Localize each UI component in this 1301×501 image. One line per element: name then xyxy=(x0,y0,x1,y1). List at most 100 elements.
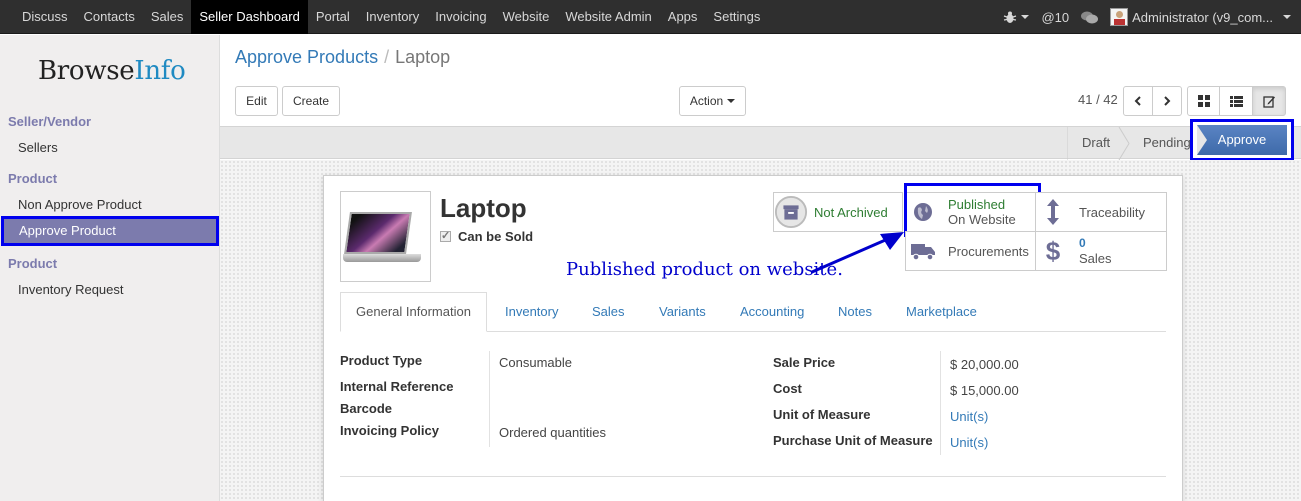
menu-inventory[interactable]: Inventory xyxy=(358,0,427,34)
debug-menu[interactable] xyxy=(1003,10,1030,24)
list-icon xyxy=(1229,95,1243,107)
invoicing-policy-value[interactable]: Ordered quantities xyxy=(499,425,606,440)
status-bar xyxy=(220,126,1301,160)
sidebar-section-seller: Seller/Vendor xyxy=(8,114,92,129)
sidebar-item-non-approve-product[interactable]: Non Approve Product xyxy=(18,197,142,212)
traceability-button[interactable]: Traceability xyxy=(1035,192,1167,232)
invoicing-policy-label: Invoicing Policy xyxy=(340,423,439,438)
edit-icon xyxy=(1262,95,1275,108)
chat-icon[interactable] xyxy=(1081,11,1099,24)
procurements-label: Procurements xyxy=(948,243,1029,259)
can-be-sold-checkbox[interactable] xyxy=(440,229,451,242)
menu-portal[interactable]: Portal xyxy=(308,0,358,34)
menu-website[interactable]: Website xyxy=(495,0,558,34)
pager-previous-button[interactable] xyxy=(1123,86,1153,116)
user-name: Administrator (v9_com... xyxy=(1132,9,1273,25)
product-type-value[interactable]: Consumable xyxy=(499,355,572,370)
breadcrumb-approve-products[interactable]: Approve Products xyxy=(235,47,378,67)
action-dropdown[interactable]: Action xyxy=(679,86,746,116)
tab-notes[interactable]: Notes xyxy=(838,304,872,319)
pager-next-button[interactable] xyxy=(1152,86,1182,116)
list-view-button[interactable] xyxy=(1219,86,1253,116)
stage-approve-highlight: Approve xyxy=(1190,119,1294,161)
tab-sales[interactable]: Sales xyxy=(592,304,625,319)
tab-variants[interactable]: Variants xyxy=(659,304,706,319)
sale-price-value[interactable]: $ 20,000.00 xyxy=(950,357,1019,372)
menu-discuss[interactable]: Discuss xyxy=(14,0,76,34)
action-label: Action xyxy=(689,94,724,108)
sales-label: Sales xyxy=(1079,251,1112,266)
tab-accounting[interactable]: Accounting xyxy=(740,304,804,319)
truck-icon xyxy=(906,242,940,260)
barcode-label: Barcode xyxy=(340,401,393,416)
archive-toggle-button[interactable]: Not Archived xyxy=(773,192,903,232)
unit-of-measure-value[interactable]: Unit(s) xyxy=(950,409,988,424)
bug-icon xyxy=(1004,11,1017,23)
breadcrumb-separator: / xyxy=(384,47,390,67)
user-menu[interactable]: Administrator (v9_com... xyxy=(1110,8,1291,26)
product-type-label: Product Type xyxy=(340,353,423,368)
stage-approve[interactable]: Approve xyxy=(1197,125,1287,155)
kanban-view-button[interactable] xyxy=(1187,86,1220,116)
stage-arrow xyxy=(1197,125,1207,155)
annotation-text: Published product on website. xyxy=(566,259,843,280)
sidebar-section-product: Product xyxy=(8,171,58,186)
sidebar-item-inventory-request[interactable]: Inventory Request xyxy=(18,282,124,297)
unit-of-measure-label: Unit of Measure xyxy=(773,407,871,422)
product-image[interactable] xyxy=(340,191,431,282)
chevron-down-icon xyxy=(1283,15,1291,19)
chevron-right-icon xyxy=(1164,96,1171,106)
menu-website-admin[interactable]: Website Admin xyxy=(557,0,659,34)
laptop-screen xyxy=(344,212,412,254)
menu-sales[interactable]: Sales xyxy=(143,0,192,34)
menu-settings[interactable]: Settings xyxy=(705,0,768,34)
messages-counter[interactable]: @10 xyxy=(1041,10,1069,25)
edit-button[interactable]: Edit xyxy=(235,86,278,116)
dollar-icon: $ xyxy=(1045,235,1061,266)
sidebar: BrowseInfo Seller/Vendor Sellers Product… xyxy=(0,35,220,501)
product-name: Laptop xyxy=(440,193,527,223)
menu-invoicing[interactable]: Invoicing xyxy=(427,0,494,34)
field-divider-right xyxy=(940,351,941,455)
laptop-base xyxy=(343,254,421,262)
sale-price-label: Sale Price xyxy=(773,355,836,370)
cost-label: Cost xyxy=(773,381,802,396)
create-button[interactable]: Create xyxy=(282,86,340,116)
sidebar-item-sellers[interactable]: Sellers xyxy=(18,140,58,155)
tab-general-information[interactable]: General Information xyxy=(340,292,487,332)
cost-value[interactable]: $ 15,000.00 xyxy=(950,383,1019,398)
breadcrumb: Approve Products / Laptop xyxy=(235,47,450,68)
top-right-menu: @10 Administrator (v9_com... xyxy=(991,0,1291,34)
purchase-unit-of-measure-label: Purchase Unit of Measure xyxy=(773,433,933,448)
stage-pending[interactable]: Pending xyxy=(1143,126,1191,159)
procurements-button[interactable]: Procurements xyxy=(905,231,1036,271)
form-view-button[interactable] xyxy=(1252,86,1286,116)
arrows-vertical-icon xyxy=(1036,199,1070,225)
internal-reference-label: Internal Reference xyxy=(340,379,454,394)
menu-seller-dashboard[interactable]: Seller Dashboard xyxy=(191,0,308,34)
kanban-icon xyxy=(1197,95,1210,107)
sales-count: 0 xyxy=(1079,236,1086,250)
sales-text: 0 Sales xyxy=(1079,236,1112,266)
menu-contacts[interactable]: Contacts xyxy=(76,0,143,34)
brand-logo: BrowseInfo xyxy=(38,56,186,86)
can-be-sold-label: Can be Sold xyxy=(458,229,534,244)
top-menu: Discuss Contacts Sales Seller Dashboard … xyxy=(14,0,768,34)
chevron-down-icon xyxy=(1021,15,1030,19)
stage-draft[interactable]: Draft xyxy=(1082,126,1110,159)
sales-button[interactable]: $ 0 Sales xyxy=(1035,231,1167,271)
avatar xyxy=(1110,8,1129,26)
breadcrumb-current: Laptop xyxy=(395,47,451,67)
published-highlight-frame xyxy=(904,183,1041,237)
chevron-down-icon xyxy=(727,99,736,103)
chevron-left-icon xyxy=(1134,96,1141,106)
sidebar-item-approve-product[interactable]: Approve Product xyxy=(1,216,219,246)
sidebar-section-product-2: Product xyxy=(8,256,58,271)
pager-value: 41 / 42 xyxy=(1078,92,1118,107)
traceability-label: Traceability xyxy=(1079,204,1145,220)
tab-marketplace[interactable]: Marketplace xyxy=(906,304,977,319)
menu-apps[interactable]: Apps xyxy=(660,0,706,34)
purchase-unit-of-measure-value[interactable]: Unit(s) xyxy=(950,435,988,450)
tab-inventory[interactable]: Inventory xyxy=(505,304,558,319)
top-navbar: Discuss Contacts Sales Seller Dashboard … xyxy=(0,0,1301,34)
